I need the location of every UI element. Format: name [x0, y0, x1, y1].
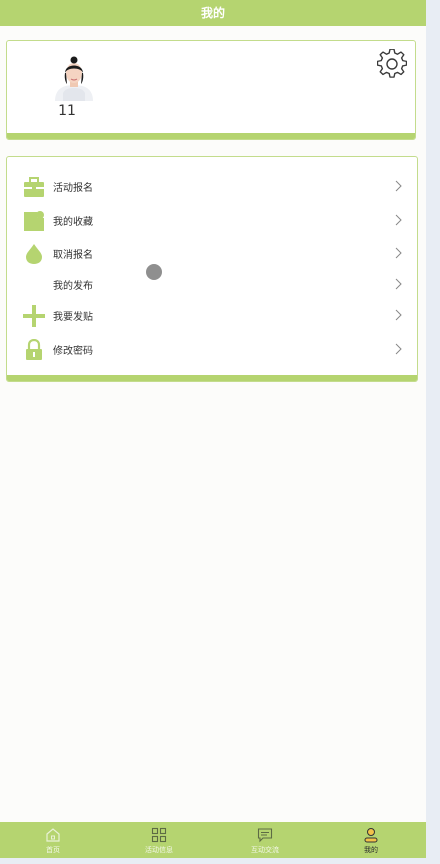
- bottom-tab-bar: 首页 活动信息 互动交流 我的: [0, 822, 426, 858]
- bottom-edge: [0, 858, 426, 864]
- drop-icon: [26, 244, 42, 264]
- menu-card-accent-bar: [7, 375, 417, 381]
- page-title: 我的: [200, 6, 225, 20]
- tab-label: 我的: [364, 846, 378, 854]
- menu-item-label: 活动报名: [53, 183, 93, 194]
- chevron-right-icon: [395, 309, 402, 321]
- tab-label: 首页: [46, 846, 60, 854]
- menu-item-label: 取消报名: [53, 250, 93, 261]
- briefcase-icon: [24, 177, 44, 197]
- page-header: 我的: [0, 0, 426, 26]
- avatar[interactable]: [51, 55, 97, 101]
- profile-card: 11: [6, 40, 416, 140]
- menu-item-my-posts[interactable]: 我的发布: [7, 270, 417, 300]
- menu-card: 活动报名 我的收藏 取消报名 我的发布 我要发贴 修改密码: [6, 156, 418, 382]
- tab-home[interactable]: 首页: [0, 822, 106, 858]
- bookmark-icon: [24, 211, 44, 231]
- tab-interaction[interactable]: 互动交流: [212, 822, 318, 858]
- menu-item-cancel-signup[interactable]: 取消报名: [7, 239, 417, 269]
- chevron-right-icon: [395, 343, 402, 355]
- menu-item-label: 我的收藏: [53, 217, 93, 228]
- person-icon: [364, 828, 378, 843]
- tab-activity-info[interactable]: 活动信息: [106, 822, 212, 858]
- home-icon: [46, 828, 60, 842]
- menu-item-my-favorites[interactable]: 我的收藏: [7, 206, 417, 236]
- touch-cursor: [146, 264, 162, 280]
- chevron-right-icon: [395, 180, 402, 192]
- grid-icon: [151, 827, 167, 843]
- chevron-right-icon: [395, 247, 402, 259]
- message-icon: [257, 828, 273, 843]
- window-edge: [426, 0, 440, 864]
- tab-label: 活动信息: [145, 846, 173, 854]
- profile-card-accent-bar: [7, 133, 415, 139]
- chevron-right-icon: [395, 214, 402, 226]
- username: 11: [58, 103, 76, 119]
- tab-label: 互动交流: [251, 846, 279, 854]
- menu-item-change-password[interactable]: 修改密码: [7, 335, 417, 365]
- menu-item-label: 我的发布: [53, 281, 93, 292]
- app-screen: 我的 11 活动报名 我的收藏 取消报名 我的发布 我要发贴 修改密码 首页 活…: [0, 0, 426, 864]
- plus-icon: [23, 305, 45, 327]
- menu-item-new-post[interactable]: 我要发贴: [7, 301, 417, 331]
- chevron-right-icon: [395, 278, 402, 290]
- menu-item-activity-signup[interactable]: 活动报名: [7, 172, 417, 202]
- gear-icon[interactable]: [377, 49, 407, 79]
- tab-mine[interactable]: 我的: [318, 822, 424, 858]
- menu-item-label: 修改密码: [53, 346, 93, 357]
- menu-item-label: 我要发贴: [53, 312, 93, 323]
- lock-icon: [26, 339, 42, 360]
